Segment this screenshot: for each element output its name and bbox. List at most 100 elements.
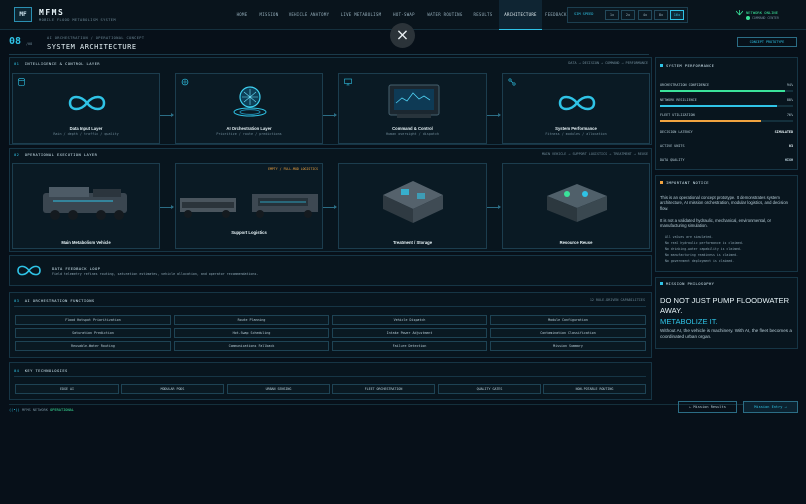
- metric-bar: [660, 120, 793, 122]
- card-treatment-storage[interactable]: Treatment / Storage: [338, 163, 487, 249]
- function-chip[interactable]: Mission Summary: [490, 341, 646, 351]
- tech-chip[interactable]: EDGE AI: [15, 384, 119, 394]
- card-command-control[interactable]: Command & Control Human oversight / disp…: [338, 73, 487, 144]
- divider: [14, 376, 646, 377]
- nav-architecture[interactable]: ARCHITECTURE: [499, 0, 542, 30]
- card-desc: Rain / depth / traffic / quality: [53, 132, 119, 136]
- divider: [14, 306, 646, 307]
- card-system-performance[interactable]: System Performance Fitness / modules / a…: [502, 73, 650, 144]
- notice-title: IMPORTANT NOTICE: [666, 180, 709, 185]
- card-desc: Human oversight / dispatch: [385, 132, 440, 136]
- nav-water-routing[interactable]: WATER ROUTING: [423, 0, 467, 30]
- function-chip[interactable]: Communications Fallback: [174, 341, 329, 351]
- app-subtitle: MOBILE FLOOD METABOLISM SYSTEM: [39, 18, 116, 22]
- infinity-icon: [68, 95, 106, 111]
- nav-live-metabolism[interactable]: LIVE METABOLISM: [337, 0, 385, 30]
- function-chip[interactable]: Intake Power Adjustment: [332, 328, 487, 338]
- status-dot-icon: [746, 16, 750, 20]
- card-name: System Performance: [555, 126, 597, 131]
- card-name: Data Input Layer: [69, 126, 103, 131]
- card-main-vehicle[interactable]: Main Metabolism Vehicle: [12, 163, 160, 249]
- function-chip[interactable]: Module Configuration: [490, 315, 646, 325]
- app-name: MFMS: [39, 8, 65, 17]
- warning-icon: [660, 181, 663, 184]
- tech-chip[interactable]: URBAN SENSING: [227, 384, 330, 394]
- flow-arrow: [323, 205, 337, 209]
- next-mission-entry-button[interactable]: Mission Entry →: [743, 401, 798, 413]
- metric-bar: [660, 90, 793, 92]
- divider: [9, 54, 649, 55]
- tech-chip[interactable]: NON-POTABLE ROUTING: [543, 384, 646, 394]
- nav-vehicle-anatomy[interactable]: VEHICLE ANATOMY: [285, 0, 333, 30]
- function-chip[interactable]: Hot-Swap Scheduling: [174, 328, 329, 338]
- tech-chip[interactable]: MODULAR PODS: [121, 384, 224, 394]
- function-chip[interactable]: Failure Detection: [332, 341, 487, 351]
- intel-flow: DATA → DECISION → COMMAND → PERFORMANCE: [568, 61, 648, 65]
- performance-title: SYSTEM PERFORMANCE: [666, 63, 715, 68]
- philosophy-title: MISSION PHILOSOPHY: [666, 281, 715, 286]
- speed-8x-button[interactable]: 8x: [654, 10, 668, 20]
- metric-value: 94%: [786, 83, 793, 87]
- notice-body-2: It is not a validated hydraulic, mechani…: [660, 218, 772, 229]
- stat-label: ACTIVE UNITS: [660, 144, 685, 148]
- speed-1x-button[interactable]: 1x: [605, 10, 619, 20]
- metric-bar: [660, 105, 793, 107]
- close-icon[interactable]: ×: [390, 23, 415, 48]
- speed-16x-button[interactable]: 16x: [670, 10, 684, 20]
- app-logo[interactable]: MF: [14, 7, 32, 22]
- card-support-logistics[interactable]: EMPTY / FULL-MOD LOGISTICS Support Logis…: [175, 163, 323, 249]
- ai-functions-count: 12 RULE-DRIVEN CAPABILITIES: [589, 298, 645, 302]
- panel-marker-icon: [660, 64, 663, 67]
- monitor-icon: [344, 78, 352, 86]
- card-data-input[interactable]: Data Input Layer Rain / depth / traffic …: [12, 73, 160, 144]
- speed-4x-button[interactable]: 4x: [638, 10, 652, 20]
- feedback-title: DATA FEEDBACK LOOP: [52, 266, 101, 271]
- notice-bullet: All values are simulated.: [665, 235, 713, 239]
- metabolism-vehicle-image: [43, 187, 127, 220]
- ops-title: 02 OPERATIONAL EXECUTION LAYER: [14, 152, 98, 157]
- function-chip[interactable]: Saturation Prediction: [15, 328, 171, 338]
- treatment-unit-image: [383, 181, 443, 223]
- notice-bullet: No real hydraulic performance is claimed…: [665, 241, 744, 245]
- network-icon: [735, 10, 744, 16]
- tech-chip[interactable]: FLEET ORCHESTRATION: [332, 384, 435, 394]
- flow-arrow: [487, 205, 501, 209]
- nav-results[interactable]: RESULTS: [470, 0, 496, 30]
- prev-mission-results-button[interactable]: ← Mission Results: [678, 401, 737, 413]
- card-ai-orchestration[interactable]: AI Orchestration Layer Prioritize / rout…: [175, 73, 323, 144]
- support-trucks-image: [180, 194, 318, 218]
- metric-label: NETWORK RESILIENCE: [660, 98, 697, 102]
- nav-feedback[interactable]: FEEDBACK: [545, 0, 567, 30]
- tech-chip[interactable]: QUALITY GATES: [438, 384, 541, 394]
- feedback-loop-panel: [9, 255, 652, 286]
- card-name: Resource Reuse: [559, 240, 593, 245]
- nav-home[interactable]: HOME: [230, 0, 254, 30]
- philosophy-emphasis: METABOLIZE IT.: [660, 317, 718, 326]
- function-chip[interactable]: Vehicle Dispatch: [332, 315, 487, 325]
- card-desc: Fitness / modules / allocation: [545, 132, 607, 136]
- ops-flow: MAIN VEHICLE → SUPPORT LOGISTICS → TREAT…: [541, 152, 648, 156]
- footer-network: ((•)) MFMS NETWORK OPERATIONAL: [9, 408, 74, 412]
- function-chip[interactable]: Flood Hotspot Prioritization: [15, 315, 171, 325]
- card-name: Main Metabolism Vehicle: [61, 240, 111, 245]
- metric-value: 76%: [786, 113, 793, 117]
- page-title: SYSTEM ARCHITECTURE: [47, 43, 137, 51]
- metric-label: ORCHESTRATION CONFIDENCE: [660, 83, 709, 87]
- infinity-icon: [558, 95, 596, 111]
- breadcrumb: AI ORCHESTRATION / OPERATIONAL CONCEPT: [47, 36, 145, 40]
- function-chip[interactable]: Reusable-Water Routing: [15, 341, 171, 351]
- function-chip[interactable]: Route Planning: [174, 315, 329, 325]
- notice-bullet: No drinking-water capability is claimed.: [665, 247, 742, 251]
- key-tech-panel: [9, 362, 652, 400]
- stat-label: DATA QUALITY: [660, 158, 685, 162]
- philosophy-headline: DO NOT JUST PUMP FLOODWATER AWAY.: [660, 296, 790, 315]
- card-resource-reuse[interactable]: Resource Reuse: [502, 163, 650, 249]
- notice-body: This is an operational concept prototype…: [660, 195, 789, 211]
- nav-mission[interactable]: MISSION: [256, 0, 282, 30]
- logistics-tag: EMPTY / FULL-MOD LOGISTICS: [268, 167, 318, 171]
- panel-marker-icon: [660, 282, 663, 285]
- function-chip[interactable]: Contamination Classification: [490, 328, 646, 338]
- metric-label: FLEET UTILIZATION: [660, 113, 695, 117]
- ai-hologram-icon: [233, 86, 267, 117]
- speed-2x-button[interactable]: 2x: [621, 10, 635, 20]
